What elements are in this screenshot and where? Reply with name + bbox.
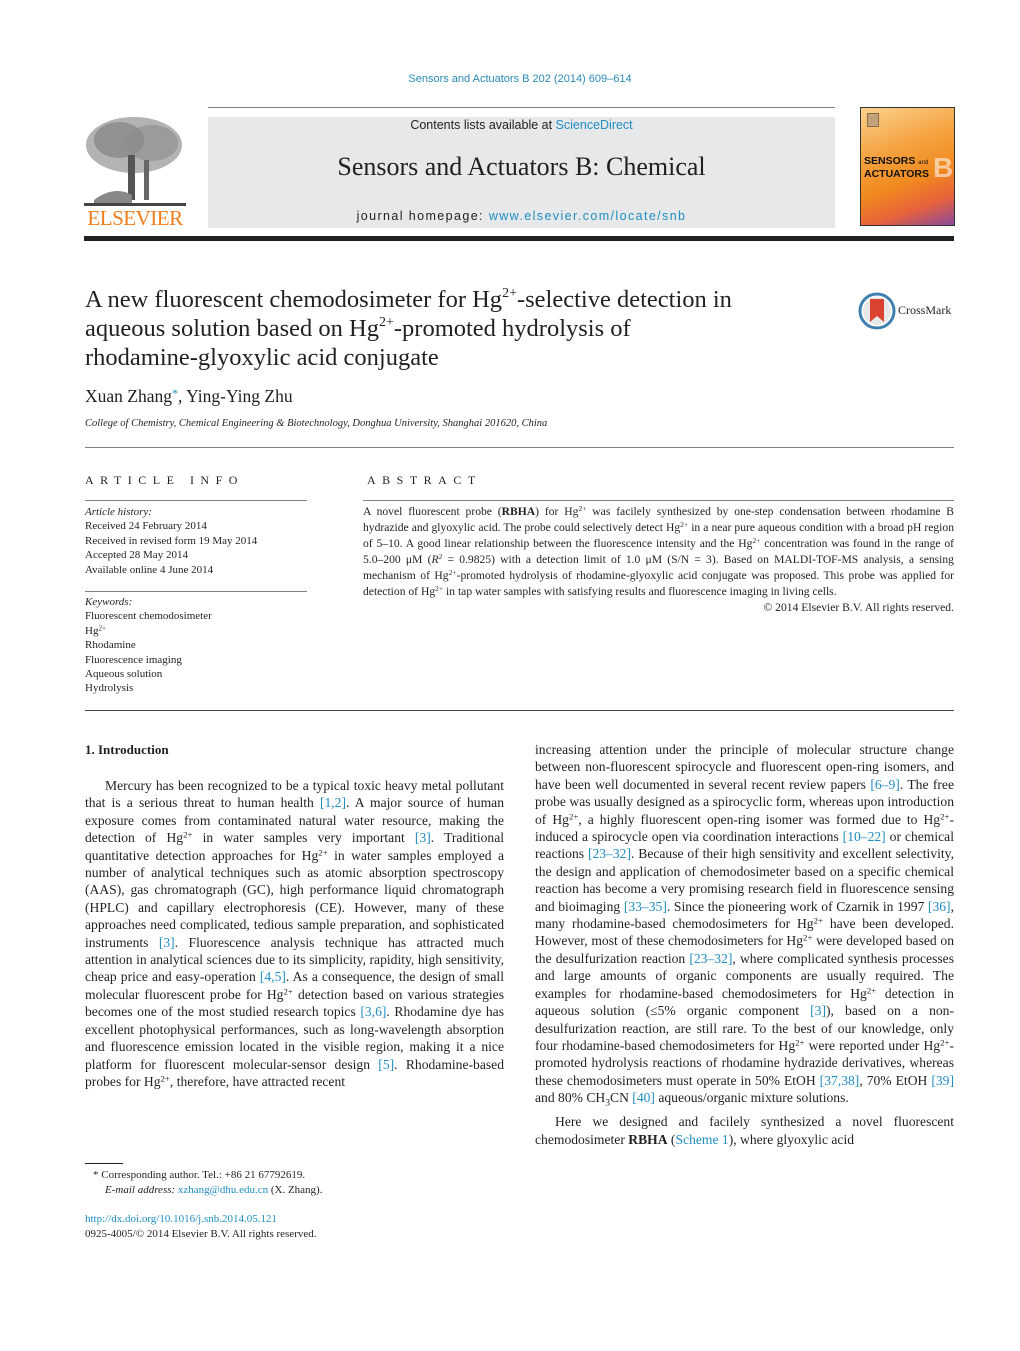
journal-title: Sensors and Actuators B: Chemical	[337, 152, 706, 181]
author-name[interactable]: Xuan Zhang	[85, 386, 172, 406]
intro-column-right: increasing attention under the principle…	[535, 741, 954, 1148]
citation-link[interactable]: [3]	[810, 1003, 826, 1018]
abstract-rule	[363, 500, 954, 501]
author-list: Xuan Zhang*, Ying-Ying Zhu	[85, 386, 293, 406]
citation-link[interactable]: [5]	[378, 1057, 394, 1072]
article-title: A new fluorescent chemodosimeter for Hg2…	[85, 286, 732, 371]
citation-link[interactable]: [3]	[415, 830, 431, 845]
journal-cover-thumbnail[interactable]: SENSORS and ACTUATORS B	[860, 107, 955, 226]
header-top-rule	[208, 107, 835, 108]
citation-link[interactable]: [4,5]	[260, 969, 286, 984]
title-divider	[85, 447, 954, 448]
doi-link[interactable]: http://dx.doi.org/10.1016/j.snb.2014.05.…	[85, 1213, 277, 1225]
sciencedirect-link[interactable]: ScienceDirect	[556, 118, 633, 132]
issn-copyright: 0925-4005/© 2014 Elsevier B.V. All right…	[85, 1227, 317, 1240]
author-name[interactable]: Ying-Ying Zhu	[186, 386, 292, 406]
cover-elsevier-icon	[867, 113, 879, 127]
intro-column-left: Mercury has been recognized to be a typi…	[85, 777, 504, 1090]
citation-link[interactable]: [33–35]	[624, 899, 667, 914]
history-item: Received in revised form 19 May 2014	[85, 534, 258, 547]
paragraph: Mercury has been recognized to be a typi…	[85, 778, 504, 1089]
tree-icon	[84, 115, 186, 210]
front-matter-divider	[85, 710, 954, 711]
keyword-item: Hydrolysis	[85, 682, 134, 695]
article-info-rule	[85, 500, 307, 501]
cover-letter: B	[933, 152, 954, 183]
keywords-rule	[85, 591, 307, 592]
affiliation: College of Chemistry, Chemical Engineeri…	[85, 418, 548, 429]
citation-link[interactable]: [3,6]	[360, 1004, 386, 1019]
history-item: Received 24 February 2014	[85, 520, 207, 533]
abstract-heading: ABSTRACT	[367, 473, 482, 487]
keyword-item: Aqueous solution	[85, 668, 163, 681]
probe-name: RBHA	[628, 1131, 668, 1147]
citation-link[interactable]: [6–9]	[870, 777, 899, 792]
keyword-item: Hg2+	[85, 624, 107, 637]
article-info-heading: ARTICLE INFO	[85, 473, 244, 487]
email-label: E-mail address:	[105, 1183, 176, 1196]
contents-prefix: Contents lists available at	[410, 118, 556, 132]
citation-link[interactable]: [1,2]	[320, 795, 346, 810]
keyword-item: Rhodamine	[85, 639, 136, 652]
contents-available-line: Contents lists available at ScienceDirec…	[208, 118, 835, 132]
citation-link[interactable]: [37,38]	[820, 1073, 860, 1088]
abstract-copyright: © 2014 Elsevier B.V. All rights reserved…	[763, 601, 954, 614]
keywords-list: Keywords: Fluorescent chemodosimeter Hg2…	[85, 595, 307, 696]
journal-homepage-link[interactable]: www.elsevier.com/locate/snb	[489, 209, 687, 223]
scheme-link[interactable]: Scheme 1	[675, 1132, 728, 1147]
citation-link[interactable]: [10–22]	[843, 829, 886, 844]
article-history: Article history: Received 24 February 20…	[85, 505, 307, 577]
cover-title: SENSORS and ACTUATORS	[864, 155, 929, 180]
elsevier-wordmark: ELSEVIER	[87, 206, 183, 230]
history-item: Accepted 28 May 2014	[85, 549, 188, 562]
corresponding-author-footnote: * Corresponding author. Tel.: +86 21 677…	[93, 1169, 323, 1196]
citation-link[interactable]: [23–32]	[588, 846, 631, 861]
keywords-label: Keywords:	[85, 596, 133, 608]
history-item: Available online 4 June 2014	[85, 563, 214, 576]
email-link[interactable]: xzhang@dhu.edu.cn	[178, 1184, 268, 1196]
paragraph: Here we designed and facilely synthesize…	[535, 1114, 954, 1147]
homepage-prefix: journal homepage:	[356, 209, 489, 223]
abstract-text: A novel fluorescent probe (RBHA) for Hg2…	[363, 504, 954, 614]
citation-link[interactable]: [39]	[931, 1073, 954, 1088]
paragraph: increasing attention under the principle…	[535, 742, 954, 1109]
footnote-rule	[85, 1163, 123, 1164]
journal-reference-link[interactable]: Sensors and Actuators B 202 (2014) 609–6…	[0, 73, 1020, 85]
citation-link[interactable]: [40]	[632, 1090, 655, 1105]
crossmark-icon	[858, 292, 896, 330]
keyword-item: Fluorescence imaging	[85, 653, 182, 666]
citation-link[interactable]: [23–32]	[689, 951, 732, 966]
header-thick-rule	[84, 236, 954, 241]
crossmark-label[interactable]: CrossMark	[898, 303, 951, 318]
citation-link[interactable]: [36]	[928, 899, 951, 914]
doi-block: http://dx.doi.org/10.1016/j.snb.2014.05.…	[85, 1212, 317, 1241]
keyword-item: Fluorescent chemodosimeter	[85, 610, 212, 623]
citation-link[interactable]: [3]	[159, 935, 175, 950]
article-history-label: Article history:	[85, 506, 152, 518]
journal-homepage-line: journal homepage: www.elsevier.com/locat…	[208, 209, 835, 223]
section-heading-introduction: 1. Introduction	[85, 742, 169, 757]
